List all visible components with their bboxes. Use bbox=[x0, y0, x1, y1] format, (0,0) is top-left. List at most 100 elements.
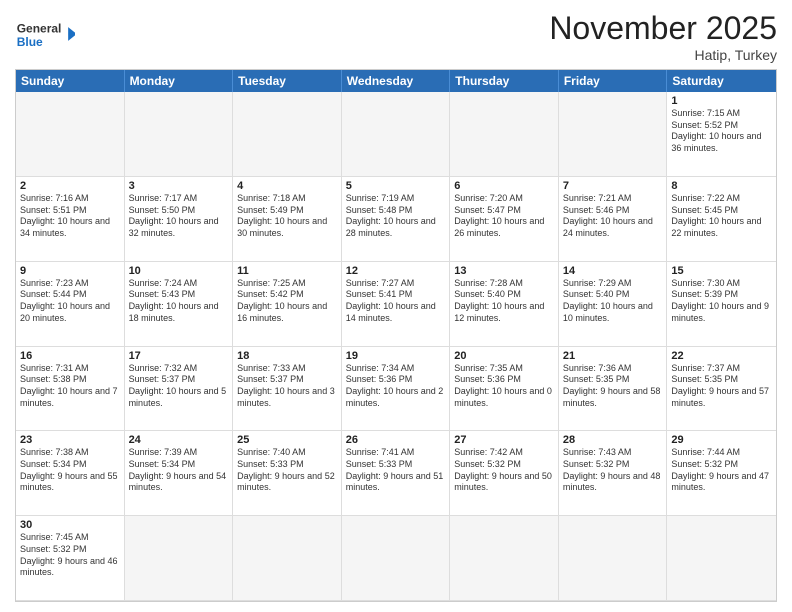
calendar-cell: 1Sunrise: 7:15 AM Sunset: 5:52 PM Daylig… bbox=[667, 92, 776, 177]
day-number: 16 bbox=[20, 350, 120, 362]
calendar-cell: 4Sunrise: 7:18 AM Sunset: 5:49 PM Daylig… bbox=[233, 177, 342, 262]
calendar-grid: 1Sunrise: 7:15 AM Sunset: 5:52 PM Daylig… bbox=[16, 92, 776, 601]
calendar-cell: 16Sunrise: 7:31 AM Sunset: 5:38 PM Dayli… bbox=[16, 347, 125, 432]
day-number: 5 bbox=[346, 180, 446, 192]
day-number: 20 bbox=[454, 350, 554, 362]
day-info: Sunrise: 7:24 AM Sunset: 5:43 PM Dayligh… bbox=[129, 278, 229, 325]
calendar-cell: 10Sunrise: 7:24 AM Sunset: 5:43 PM Dayli… bbox=[125, 262, 234, 347]
calendar-cell bbox=[233, 516, 342, 601]
logo: General Blue bbox=[15, 14, 75, 54]
svg-text:General: General bbox=[17, 21, 62, 35]
calendar-cell bbox=[125, 92, 234, 177]
day-info: Sunrise: 7:28 AM Sunset: 5:40 PM Dayligh… bbox=[454, 278, 554, 325]
calendar-cell: 27Sunrise: 7:42 AM Sunset: 5:32 PM Dayli… bbox=[450, 431, 559, 516]
day-info: Sunrise: 7:39 AM Sunset: 5:34 PM Dayligh… bbox=[129, 447, 229, 494]
day-info: Sunrise: 7:31 AM Sunset: 5:38 PM Dayligh… bbox=[20, 363, 120, 410]
calendar-cell: 28Sunrise: 7:43 AM Sunset: 5:32 PM Dayli… bbox=[559, 431, 668, 516]
day-info: Sunrise: 7:38 AM Sunset: 5:34 PM Dayligh… bbox=[20, 447, 120, 494]
day-header-saturday: Saturday bbox=[667, 70, 776, 92]
calendar-cell: 13Sunrise: 7:28 AM Sunset: 5:40 PM Dayli… bbox=[450, 262, 559, 347]
calendar-cell: 23Sunrise: 7:38 AM Sunset: 5:34 PM Dayli… bbox=[16, 431, 125, 516]
day-number: 1 bbox=[671, 95, 772, 107]
calendar-cell: 29Sunrise: 7:44 AM Sunset: 5:32 PM Dayli… bbox=[667, 431, 776, 516]
day-info: Sunrise: 7:34 AM Sunset: 5:36 PM Dayligh… bbox=[346, 363, 446, 410]
day-number: 26 bbox=[346, 434, 446, 446]
day-number: 3 bbox=[129, 180, 229, 192]
calendar-cell bbox=[559, 92, 668, 177]
calendar-cell bbox=[450, 92, 559, 177]
day-header-sunday: Sunday bbox=[16, 70, 125, 92]
calendar-cell bbox=[342, 92, 451, 177]
day-number: 28 bbox=[563, 434, 663, 446]
day-info: Sunrise: 7:36 AM Sunset: 5:35 PM Dayligh… bbox=[563, 363, 663, 410]
calendar-cell bbox=[667, 516, 776, 601]
calendar-cell: 12Sunrise: 7:27 AM Sunset: 5:41 PM Dayli… bbox=[342, 262, 451, 347]
day-info: Sunrise: 7:25 AM Sunset: 5:42 PM Dayligh… bbox=[237, 278, 337, 325]
svg-text:Blue: Blue bbox=[17, 35, 43, 49]
day-number: 11 bbox=[237, 265, 337, 277]
day-info: Sunrise: 7:33 AM Sunset: 5:37 PM Dayligh… bbox=[237, 363, 337, 410]
calendar-cell: 24Sunrise: 7:39 AM Sunset: 5:34 PM Dayli… bbox=[125, 431, 234, 516]
calendar-cell: 14Sunrise: 7:29 AM Sunset: 5:40 PM Dayli… bbox=[559, 262, 668, 347]
day-number: 27 bbox=[454, 434, 554, 446]
day-info: Sunrise: 7:40 AM Sunset: 5:33 PM Dayligh… bbox=[237, 447, 337, 494]
day-info: Sunrise: 7:45 AM Sunset: 5:32 PM Dayligh… bbox=[20, 532, 120, 579]
day-number: 17 bbox=[129, 350, 229, 362]
calendar-cell: 26Sunrise: 7:41 AM Sunset: 5:33 PM Dayli… bbox=[342, 431, 451, 516]
calendar-cell: 15Sunrise: 7:30 AM Sunset: 5:39 PM Dayli… bbox=[667, 262, 776, 347]
title-block: November 2025 Hatip, Turkey bbox=[549, 10, 777, 63]
day-number: 23 bbox=[20, 434, 120, 446]
day-number: 15 bbox=[671, 265, 772, 277]
calendar-cell: 11Sunrise: 7:25 AM Sunset: 5:42 PM Dayli… bbox=[233, 262, 342, 347]
day-number: 13 bbox=[454, 265, 554, 277]
calendar-cell: 21Sunrise: 7:36 AM Sunset: 5:35 PM Dayli… bbox=[559, 347, 668, 432]
calendar-cell: 2Sunrise: 7:16 AM Sunset: 5:51 PM Daylig… bbox=[16, 177, 125, 262]
day-number: 29 bbox=[671, 434, 772, 446]
calendar-cell bbox=[342, 516, 451, 601]
day-number: 2 bbox=[20, 180, 120, 192]
day-info: Sunrise: 7:16 AM Sunset: 5:51 PM Dayligh… bbox=[20, 193, 120, 240]
day-number: 8 bbox=[671, 180, 772, 192]
day-header-monday: Monday bbox=[125, 70, 234, 92]
day-number: 7 bbox=[563, 180, 663, 192]
day-header-tuesday: Tuesday bbox=[233, 70, 342, 92]
day-header-wednesday: Wednesday bbox=[342, 70, 451, 92]
calendar-cell: 18Sunrise: 7:33 AM Sunset: 5:37 PM Dayli… bbox=[233, 347, 342, 432]
calendar-cell: 7Sunrise: 7:21 AM Sunset: 5:46 PM Daylig… bbox=[559, 177, 668, 262]
day-number: 4 bbox=[237, 180, 337, 192]
day-number: 9 bbox=[20, 265, 120, 277]
day-number: 12 bbox=[346, 265, 446, 277]
day-number: 14 bbox=[563, 265, 663, 277]
calendar-cell: 5Sunrise: 7:19 AM Sunset: 5:48 PM Daylig… bbox=[342, 177, 451, 262]
calendar-cell: 6Sunrise: 7:20 AM Sunset: 5:47 PM Daylig… bbox=[450, 177, 559, 262]
day-number: 6 bbox=[454, 180, 554, 192]
day-info: Sunrise: 7:30 AM Sunset: 5:39 PM Dayligh… bbox=[671, 278, 772, 325]
calendar-cell: 3Sunrise: 7:17 AM Sunset: 5:50 PM Daylig… bbox=[125, 177, 234, 262]
day-number: 24 bbox=[129, 434, 229, 446]
day-info: Sunrise: 7:21 AM Sunset: 5:46 PM Dayligh… bbox=[563, 193, 663, 240]
calendar-cell: 19Sunrise: 7:34 AM Sunset: 5:36 PM Dayli… bbox=[342, 347, 451, 432]
page-header: General Blue November 2025 Hatip, Turkey bbox=[15, 10, 777, 63]
day-info: Sunrise: 7:22 AM Sunset: 5:45 PM Dayligh… bbox=[671, 193, 772, 240]
day-info: Sunrise: 7:29 AM Sunset: 5:40 PM Dayligh… bbox=[563, 278, 663, 325]
day-header-friday: Friday bbox=[559, 70, 668, 92]
day-info: Sunrise: 7:42 AM Sunset: 5:32 PM Dayligh… bbox=[454, 447, 554, 494]
calendar-cell: 22Sunrise: 7:37 AM Sunset: 5:35 PM Dayli… bbox=[667, 347, 776, 432]
calendar-cell: 25Sunrise: 7:40 AM Sunset: 5:33 PM Dayli… bbox=[233, 431, 342, 516]
day-number: 30 bbox=[20, 519, 120, 531]
day-info: Sunrise: 7:44 AM Sunset: 5:32 PM Dayligh… bbox=[671, 447, 772, 494]
location: Hatip, Turkey bbox=[549, 47, 777, 63]
calendar-cell bbox=[559, 516, 668, 601]
day-info: Sunrise: 7:17 AM Sunset: 5:50 PM Dayligh… bbox=[129, 193, 229, 240]
day-info: Sunrise: 7:20 AM Sunset: 5:47 PM Dayligh… bbox=[454, 193, 554, 240]
day-info: Sunrise: 7:41 AM Sunset: 5:33 PM Dayligh… bbox=[346, 447, 446, 494]
day-info: Sunrise: 7:23 AM Sunset: 5:44 PM Dayligh… bbox=[20, 278, 120, 325]
day-number: 10 bbox=[129, 265, 229, 277]
day-info: Sunrise: 7:37 AM Sunset: 5:35 PM Dayligh… bbox=[671, 363, 772, 410]
day-number: 21 bbox=[563, 350, 663, 362]
calendar-cell: 30Sunrise: 7:45 AM Sunset: 5:32 PM Dayli… bbox=[16, 516, 125, 601]
day-info: Sunrise: 7:18 AM Sunset: 5:49 PM Dayligh… bbox=[237, 193, 337, 240]
calendar-cell: 17Sunrise: 7:32 AM Sunset: 5:37 PM Dayli… bbox=[125, 347, 234, 432]
day-number: 22 bbox=[671, 350, 772, 362]
month-title: November 2025 bbox=[549, 10, 777, 47]
